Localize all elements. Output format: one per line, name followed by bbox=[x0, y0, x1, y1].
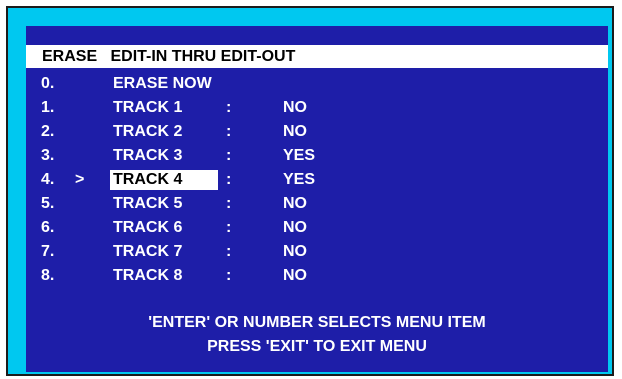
menu-item-value: NO bbox=[283, 243, 307, 260]
menu-item-label: TRACK 1 bbox=[113, 99, 183, 116]
menu-item-value: YES bbox=[283, 147, 316, 164]
menu-item-label: TRACK 7 bbox=[113, 243, 183, 260]
menu-item-label: TRACK 6 bbox=[113, 219, 183, 236]
separator: : bbox=[226, 219, 232, 236]
menu-item-number: 0. bbox=[41, 75, 55, 92]
menu-item-value: NO bbox=[283, 123, 307, 140]
menu-item-number: 7. bbox=[41, 243, 55, 260]
menu-item-label: TRACK 3 bbox=[113, 147, 183, 164]
menu-item-value: NO bbox=[283, 195, 307, 212]
menu-item-number: 5. bbox=[41, 195, 55, 212]
menu-item-value: NO bbox=[283, 99, 307, 116]
menu-item-label-selected: TRACK 4 bbox=[110, 170, 218, 190]
menu-item-track-2[interactable]: 2. TRACK 2 : NO bbox=[26, 120, 608, 144]
menu-item-label: TRACK 8 bbox=[113, 267, 183, 284]
menu-item-erase-now[interactable]: 0. ERASE NOW bbox=[26, 72, 608, 96]
menu-item-value: NO bbox=[283, 219, 307, 236]
menu-item-track-5[interactable]: 5. TRACK 5 : NO bbox=[26, 192, 608, 216]
menu-item-label: ERASE NOW bbox=[113, 75, 212, 92]
menu-item-track-6[interactable]: 6. TRACK 6 : NO bbox=[26, 216, 608, 240]
menu-item-number: 2. bbox=[41, 123, 55, 140]
separator: : bbox=[226, 267, 232, 284]
menu-item-value: YES bbox=[283, 171, 316, 188]
menu-item-label: TRACK 5 bbox=[113, 195, 183, 212]
separator: : bbox=[226, 123, 232, 140]
menu-screen: ERASE EDIT-IN THRU EDIT-OUT 0. ERASE NOW… bbox=[26, 26, 608, 372]
help-text-exit: PRESS 'EXIT' TO EXIT MENU bbox=[207, 338, 427, 355]
menu-item-number: 8. bbox=[41, 267, 55, 284]
menu-item-track-7[interactable]: 7. TRACK 7 : NO bbox=[26, 240, 608, 264]
menu-item-number: 1. bbox=[41, 99, 55, 116]
menu-item-track-4[interactable]: 4. > TRACK 4 : YES bbox=[26, 168, 608, 192]
menu-title: ERASE EDIT-IN THRU EDIT-OUT bbox=[42, 48, 296, 65]
menu-item-number: 6. bbox=[41, 219, 55, 236]
menu-item-track-8[interactable]: 8. TRACK 8 : NO bbox=[26, 264, 608, 288]
separator: : bbox=[226, 99, 232, 116]
menu-item-track-1[interactable]: 1. TRACK 1 : NO bbox=[26, 96, 608, 120]
menu-item-track-3[interactable]: 3. TRACK 3 : YES bbox=[26, 144, 608, 168]
separator: : bbox=[226, 243, 232, 260]
separator: : bbox=[226, 195, 232, 212]
menu-item-label: TRACK 2 bbox=[113, 123, 183, 140]
selection-cursor: > bbox=[75, 171, 85, 188]
monitor-frame: ERASE EDIT-IN THRU EDIT-OUT 0. ERASE NOW… bbox=[6, 6, 614, 376]
help-text-select: 'ENTER' OR NUMBER SELECTS MENU ITEM bbox=[148, 314, 486, 331]
separator: : bbox=[226, 171, 232, 188]
menu-item-number: 4. bbox=[41, 171, 55, 188]
menu-item-number: 3. bbox=[41, 147, 55, 164]
separator: : bbox=[226, 147, 232, 164]
menu-item-value: NO bbox=[283, 267, 307, 284]
